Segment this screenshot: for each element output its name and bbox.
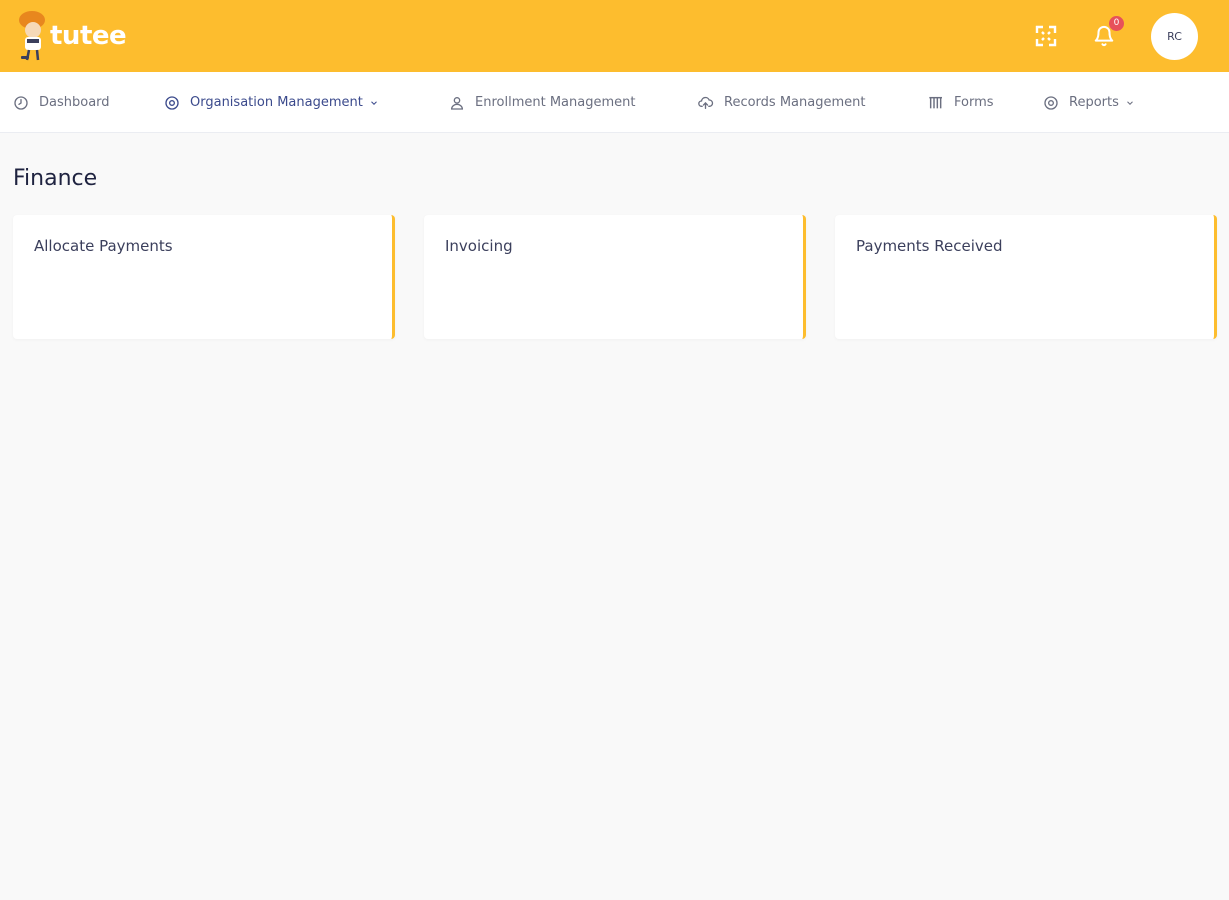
user-avatar[interactable]: RC [1151, 13, 1198, 60]
nav-item-label: Forms [954, 95, 994, 110]
target-icon [1044, 95, 1058, 110]
target-icon [165, 95, 179, 110]
chevron-down-icon [370, 100, 377, 105]
nav-item-records-management[interactable]: Records Management [697, 72, 865, 133]
nav-item-reports[interactable]: Reports [1043, 72, 1135, 133]
columns-icon [929, 96, 942, 108]
nav-item-label: Reports [1069, 95, 1119, 110]
card-title: Invoicing [445, 237, 513, 255]
card-title: Payments Received [856, 237, 1003, 255]
brand-logo[interactable]: tutee [14, 8, 127, 64]
expand-icon [1035, 25, 1057, 47]
nav-item-dashboard[interactable]: Dashboard [13, 72, 110, 133]
user-icon [450, 96, 464, 110]
card-allocate-payments[interactable]: Allocate Payments [13, 215, 395, 339]
nav-item-enrollment-management[interactable]: Enrollment Management [449, 72, 635, 133]
notification-count-badge: 0 [1109, 16, 1124, 31]
nav-item-label: Records Management [724, 95, 866, 110]
notifications-button[interactable]: 0 [1090, 16, 1124, 50]
mascot-icon [14, 8, 50, 64]
nav-item-label: Dashboard [39, 95, 110, 110]
nav-item-label: Enrollment Management [475, 95, 636, 110]
clock-icon [14, 95, 28, 110]
nav-item-forms[interactable]: Forms [928, 72, 994, 133]
card-payments-received[interactable]: Payments Received [835, 215, 1217, 339]
top-header: tutee 0 RC [0, 0, 1229, 72]
nav-item-label: Organisation Management [190, 95, 363, 110]
cloud-upload-icon [698, 96, 714, 109]
fullscreen-button[interactable] [1032, 22, 1060, 50]
main-navbar: Dashboard Organisation Management Enroll… [0, 72, 1229, 133]
card-title: Allocate Payments [34, 237, 173, 255]
page-title: Finance [13, 166, 98, 191]
chevron-down-icon [1127, 100, 1133, 105]
card-invoicing[interactable]: Invoicing [424, 215, 806, 339]
brand-name: tutee [50, 21, 127, 51]
nav-item-organisation-management[interactable]: Organisation Management [164, 72, 379, 133]
